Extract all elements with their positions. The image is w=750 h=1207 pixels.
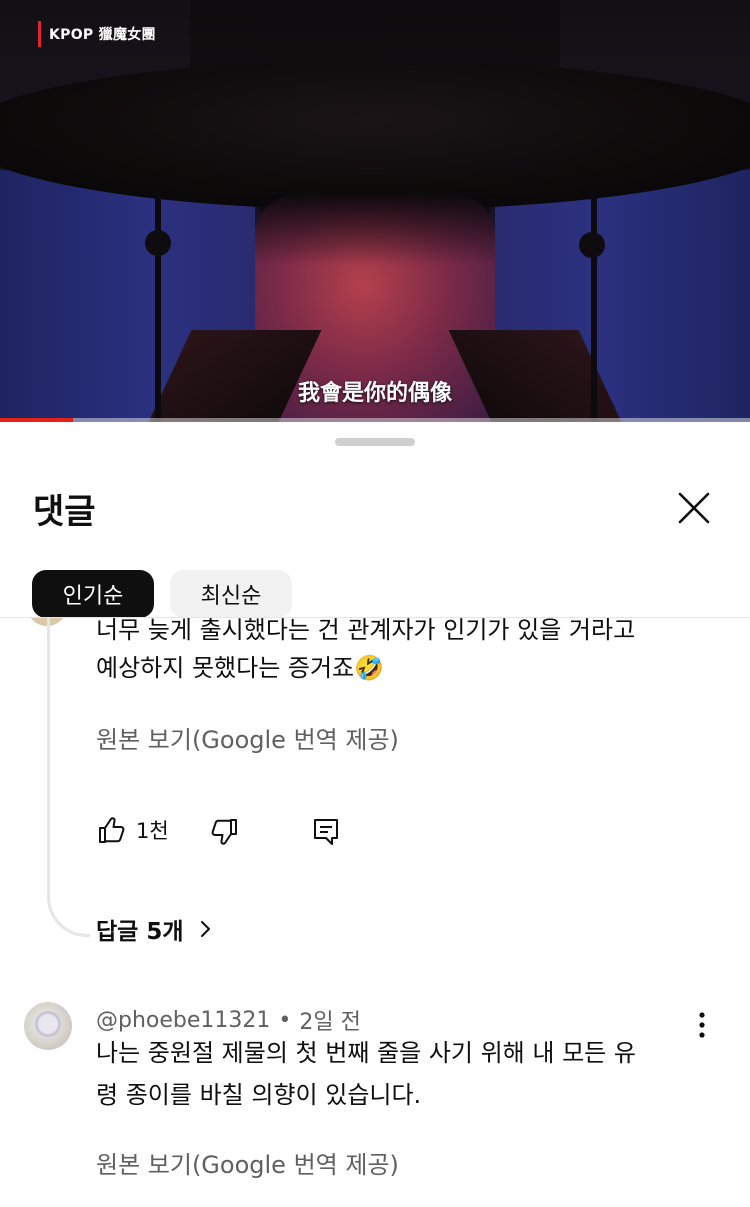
replies-label: 답글 5개 bbox=[96, 919, 184, 945]
more-vert-icon bbox=[699, 1012, 705, 1038]
reply-button[interactable] bbox=[310, 816, 342, 848]
avatar-image bbox=[38, 1014, 58, 1034]
see-original-link[interactable]: 원본 보기(Google 번역 제공) bbox=[96, 1145, 399, 1180]
comment-meta: @phoebe11321 • 2일 전 bbox=[96, 1004, 361, 1036]
channel-tag: KPOP 獵魔女團 bbox=[38, 21, 156, 47]
meta-separator: • bbox=[278, 1007, 292, 1033]
video-player[interactable]: KPOP 獵魔女團 我會是你的偶像 bbox=[0, 0, 750, 422]
like-button[interactable]: 1천 bbox=[96, 814, 169, 846]
see-original-link[interactable]: 원본 보기(Google 번역 제공) bbox=[96, 720, 399, 755]
comment-more-button[interactable] bbox=[688, 1010, 716, 1040]
avatar[interactable] bbox=[24, 1002, 72, 1050]
comments-sheet: 댓글 인기순 최신순 너무 늦게 출시했다는 건 관계자가 인기가 있을 거라고… bbox=[0, 422, 750, 1207]
reply-thread-line bbox=[47, 618, 90, 937]
sheet-title: 댓글 bbox=[33, 492, 96, 532]
video-hat-brim bbox=[0, 60, 750, 210]
comment-text-line: 령 종이를 바칠 의향이 있습니다. bbox=[96, 1081, 422, 1109]
comment-text-line: 예상하지 못했다는 증거죠🤣 bbox=[96, 654, 385, 682]
sort-chip-popular[interactable]: 인기순 bbox=[32, 570, 154, 618]
close-button[interactable] bbox=[672, 486, 716, 530]
thumbs-up-icon bbox=[99, 817, 125, 843]
view-replies-button[interactable]: 답글 5개 bbox=[96, 912, 216, 946]
dislike-button[interactable] bbox=[208, 816, 240, 848]
close-icon bbox=[678, 492, 710, 524]
comment-list[interactable]: 너무 늦게 출시했다는 건 관계자가 인기가 있을 거라고 예상하지 못했다는 … bbox=[0, 617, 750, 1207]
like-count: 1천 bbox=[136, 819, 169, 843]
video-bead-right bbox=[579, 232, 605, 258]
video-face-shadow bbox=[255, 195, 495, 265]
comment-author[interactable]: @phoebe11321 bbox=[96, 1008, 270, 1033]
thumbs-down-icon bbox=[211, 819, 237, 845]
video-bead-left bbox=[145, 230, 171, 256]
drag-handle[interactable] bbox=[335, 438, 415, 446]
reply-icon bbox=[314, 819, 338, 845]
sort-chip-newest[interactable]: 최신순 bbox=[170, 570, 292, 618]
comment-time: 2일 전 bbox=[299, 1010, 361, 1035]
chevron-right-icon bbox=[200, 921, 210, 937]
comment-text-line: 나는 중원절 제물의 첫 번째 줄을 사기 위해 내 모든 유 bbox=[96, 1039, 636, 1067]
video-subtitle: 我會是你的偶像 bbox=[297, 381, 452, 406]
comment-text-line: 너무 늦게 출시했다는 건 관계자가 인기가 있을 거라고 bbox=[96, 617, 636, 644]
